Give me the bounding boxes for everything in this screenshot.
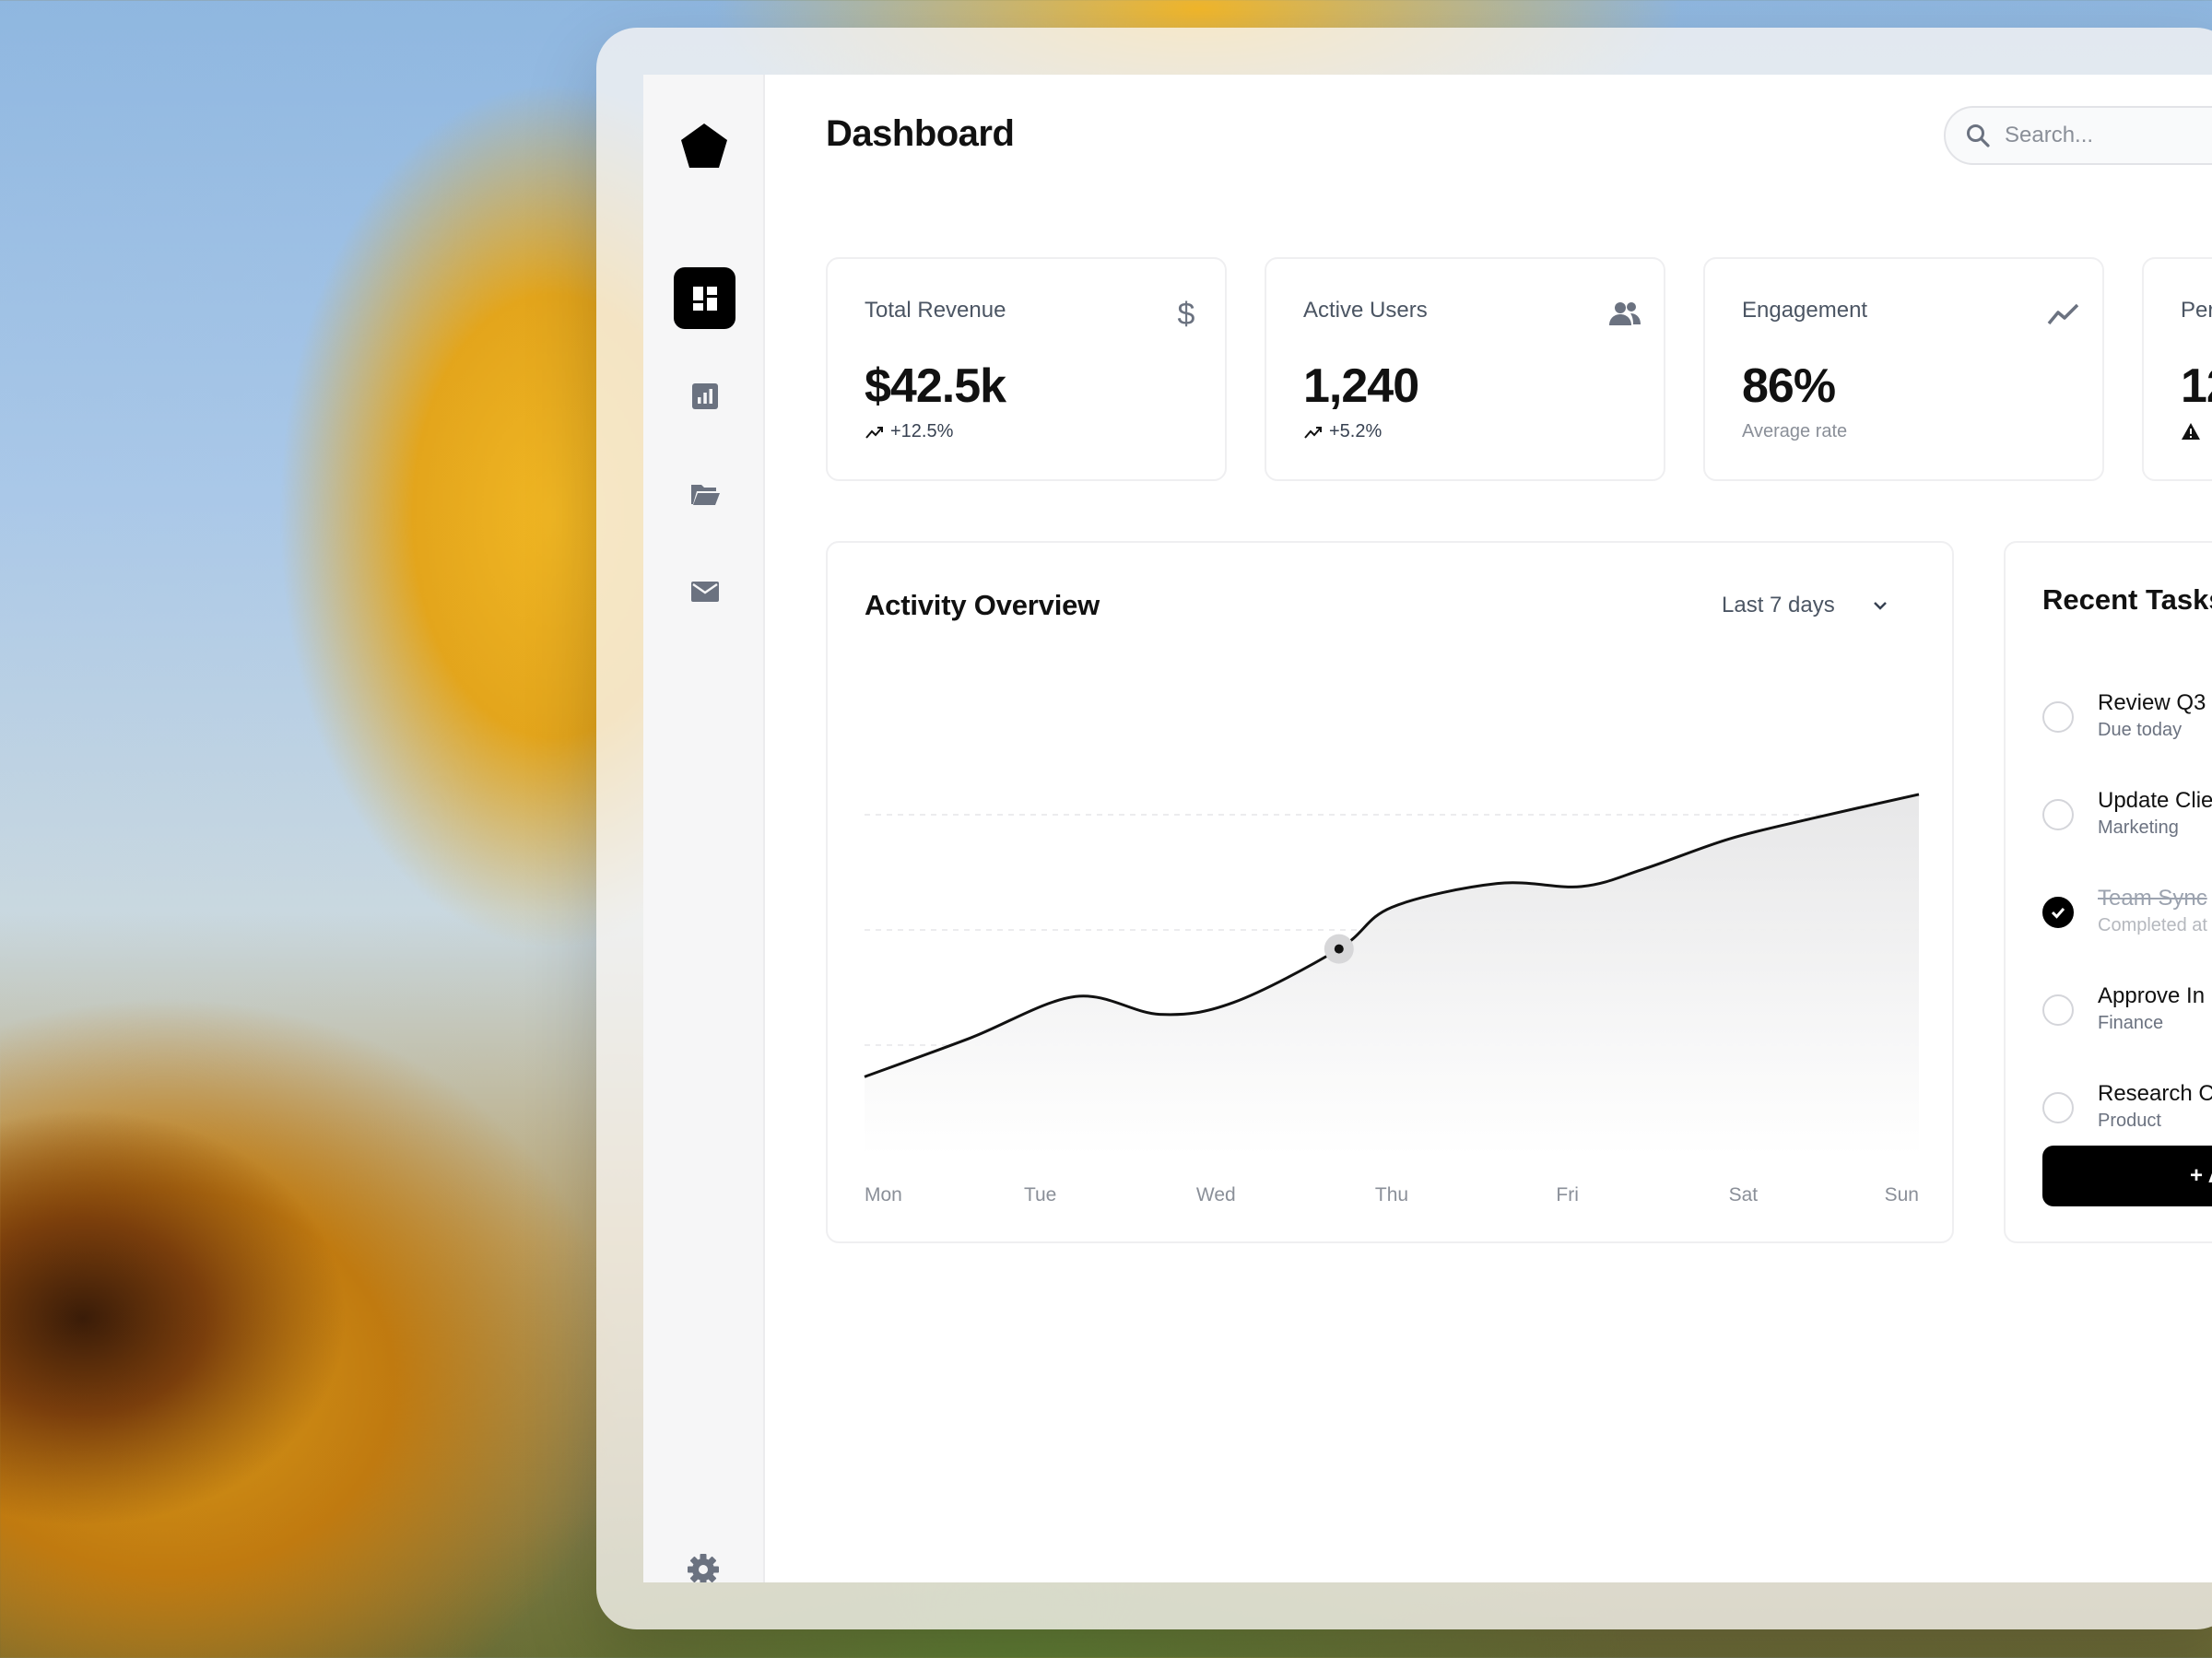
task-checkbox[interactable] bbox=[2042, 1092, 2074, 1123]
task-checkbox[interactable] bbox=[2042, 897, 2074, 928]
task-item[interactable]: Approve In Finance bbox=[2042, 983, 2212, 1057]
folder-icon bbox=[690, 484, 720, 505]
dashboard-icon bbox=[692, 286, 717, 311]
stat-change bbox=[2181, 421, 2206, 441]
trend-up-icon bbox=[865, 426, 883, 439]
search-icon bbox=[1967, 124, 1990, 147]
stat-label: Active Users bbox=[1303, 298, 1428, 323]
task-checkbox[interactable] bbox=[2042, 994, 2074, 1026]
task-name: Research C bbox=[2098, 1081, 2212, 1106]
x-tick-label: Fri bbox=[1556, 1184, 1579, 1205]
stat-value: $42.5k bbox=[865, 359, 1006, 413]
task-checkbox[interactable] bbox=[2042, 701, 2074, 733]
x-tick-label: Mon bbox=[865, 1184, 902, 1205]
dollar-icon: $ bbox=[1178, 297, 1195, 332]
activity-chart: Mon Tue Wed Thu Fri Sat Sun bbox=[864, 793, 1920, 1205]
trend-icon bbox=[2047, 303, 2079, 325]
sidebar bbox=[643, 75, 765, 1582]
logo-icon[interactable] bbox=[679, 121, 729, 171]
task-item[interactable]: Update Clie Marketing bbox=[2042, 788, 2212, 862]
task-item[interactable]: Team Sync Completed at bbox=[2042, 886, 2212, 959]
stat-label: Total Revenue bbox=[865, 298, 1006, 323]
sidebar-item-files[interactable] bbox=[674, 463, 735, 524]
data-point[interactable] bbox=[1334, 944, 1344, 954]
gear-icon[interactable] bbox=[685, 1551, 722, 1582]
page-title: Dashboard bbox=[826, 113, 1015, 154]
stat-label: Engagement bbox=[1742, 298, 1868, 323]
trend-up-icon bbox=[1304, 426, 1322, 439]
x-tick-label: Tue bbox=[1024, 1184, 1056, 1205]
stat-card-partial: Per 12 bbox=[2142, 257, 2212, 481]
x-tick-label: Wed bbox=[1196, 1184, 1236, 1205]
stat-change: +12.5% bbox=[865, 421, 953, 442]
recent-tasks-card: Recent Tasks Review Q3 Due today Update … bbox=[2004, 541, 2212, 1243]
warning-icon bbox=[2182, 423, 2200, 440]
x-tick-label: Sun bbox=[1885, 1184, 1919, 1205]
task-meta: Finance bbox=[2098, 1013, 2164, 1033]
users-icon bbox=[1609, 302, 1641, 325]
x-axis-labels: Mon Tue Wed Thu Fri Sat Sun bbox=[865, 1184, 1919, 1205]
task-meta: Marketing bbox=[2098, 817, 2179, 838]
task-name: Team Sync bbox=[2098, 886, 2207, 911]
mail-icon bbox=[690, 581, 719, 602]
sidebar-item-dashboard[interactable] bbox=[674, 267, 735, 329]
check-icon bbox=[2051, 908, 2065, 919]
task-name: Approve In bbox=[2098, 983, 2206, 1008]
task-name: Update Clie bbox=[2098, 788, 2212, 813]
sidebar-item-messages[interactable] bbox=[674, 560, 735, 622]
add-task-button[interactable]: + A bbox=[2042, 1146, 2212, 1206]
task-checkbox[interactable] bbox=[2042, 799, 2074, 830]
search-box[interactable] bbox=[1944, 106, 2212, 165]
stat-card-revenue: Total Revenue $ $42.5k +12.5% bbox=[826, 257, 1227, 481]
stat-change-text: +5.2% bbox=[1329, 421, 1382, 441]
stat-value: 1,240 bbox=[1303, 359, 1419, 413]
stat-value: 12 bbox=[2181, 359, 2212, 413]
task-meta: Completed at bbox=[2098, 915, 2207, 935]
tasks-title: Recent Tasks bbox=[2042, 583, 2212, 616]
stat-sub: Average rate bbox=[1742, 421, 1848, 441]
stat-card-engagement: Engagement 86% Average rate bbox=[1703, 257, 2104, 481]
task-item[interactable]: Review Q3 Due today bbox=[2042, 690, 2212, 764]
task-meta: Due today bbox=[2098, 720, 2183, 740]
search-input[interactable] bbox=[2005, 123, 2212, 148]
app-window: Dashboard Total Revenue $ $42.5k bbox=[596, 28, 2212, 1629]
activity-card: Activity Overview Last 7 days Mon Tue We… bbox=[826, 541, 1954, 1243]
chart-area bbox=[865, 794, 1919, 1156]
svg-text:$: $ bbox=[1178, 297, 1195, 332]
task-name: Review Q3 bbox=[2098, 690, 2206, 715]
task-item[interactable]: Research C Product bbox=[2042, 1081, 2212, 1155]
x-tick-label: Thu bbox=[1375, 1184, 1408, 1205]
chart-highlight-point[interactable] bbox=[1324, 934, 1354, 964]
stat-change: +5.2% bbox=[1303, 421, 1382, 442]
stat-value: 86% bbox=[1742, 359, 1836, 413]
stat-label: Per bbox=[2181, 298, 2212, 323]
sidebar-item-analytics[interactable] bbox=[674, 365, 735, 427]
task-meta: Product bbox=[2098, 1111, 2161, 1131]
bar-chart-icon bbox=[691, 382, 718, 409]
main-content: Dashboard Total Revenue $ $42.5k bbox=[765, 75, 2212, 1582]
stat-change-text: +12.5% bbox=[890, 421, 954, 441]
stat-card-users: Active Users 1,240 +5.2% bbox=[1265, 257, 1665, 481]
x-tick-label: Sat bbox=[1729, 1184, 1759, 1205]
dashboard-app: Dashboard Total Revenue $ $42.5k bbox=[643, 75, 2212, 1582]
